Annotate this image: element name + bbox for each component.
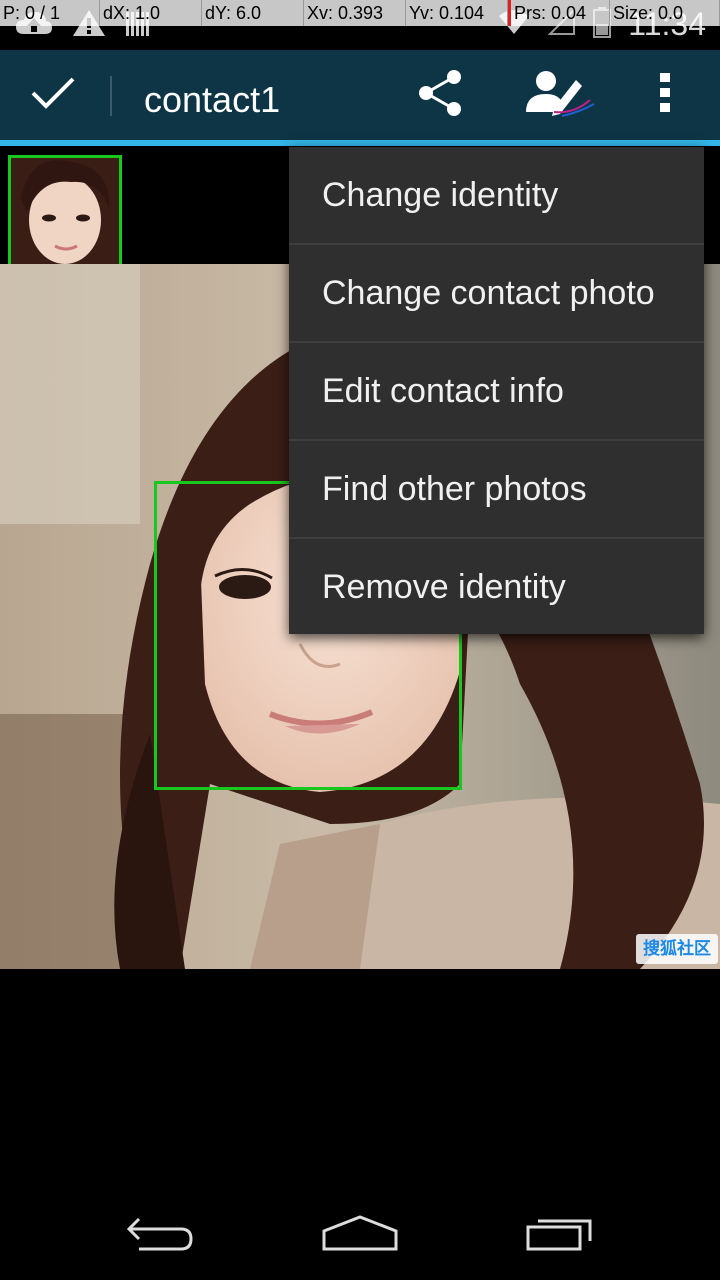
page-title: contact1 <box>144 79 281 120</box>
menu-item-edit-contact-info[interactable]: Edit contact info <box>289 343 704 441</box>
recent-apps-icon <box>524 1213 596 1258</box>
overflow-menu-button[interactable] <box>630 50 700 140</box>
edit-contact-icon <box>524 68 596 123</box>
face-thumbnail[interactable] <box>8 155 122 268</box>
photo-watermark: 搜狐社区 <box>636 934 718 964</box>
recent-apps-button[interactable] <box>500 1190 620 1280</box>
check-icon <box>29 73 77 118</box>
debug-dy: dY: 6.0 <box>202 0 304 26</box>
menu-item-change-contact-photo[interactable]: Change contact photo <box>289 245 704 343</box>
action-bar-divider <box>110 76 112 116</box>
overflow-menu: Change identity Change contact photo Edi… <box>289 147 704 634</box>
home-button[interactable] <box>300 1190 420 1280</box>
edit-contact-button[interactable] <box>515 50 605 140</box>
share-icon <box>416 68 464 123</box>
debug-size: Size: 0.0 <box>610 0 720 26</box>
menu-item-remove-identity[interactable]: Remove identity <box>289 539 704 637</box>
action-bar-underline <box>0 140 720 146</box>
pointer-location-overlay: P: 0 / 1 dX: 1.0 dY: 6.0 Xv: 0.393 Yv: 0… <box>0 0 720 26</box>
share-button[interactable] <box>400 50 480 140</box>
navigation-bar <box>0 1190 720 1280</box>
back-button[interactable] <box>100 1190 220 1280</box>
debug-xv: Xv: 0.393 <box>304 0 406 26</box>
debug-pointer: P: 0 / 1 <box>0 0 100 26</box>
debug-dx: dX: 1.0 <box>100 0 202 26</box>
menu-item-find-other-photos[interactable]: Find other photos <box>289 441 704 539</box>
debug-yv: Yv: 0.104 <box>406 0 508 26</box>
action-bar: contact1 <box>0 50 720 140</box>
overflow-menu-icon <box>658 71 672 120</box>
back-icon <box>125 1213 195 1258</box>
done-button[interactable] <box>0 50 106 140</box>
menu-item-change-identity[interactable]: Change identity <box>289 147 704 245</box>
debug-pressure: Prs: 0.04 <box>508 0 610 26</box>
home-icon <box>322 1213 398 1258</box>
